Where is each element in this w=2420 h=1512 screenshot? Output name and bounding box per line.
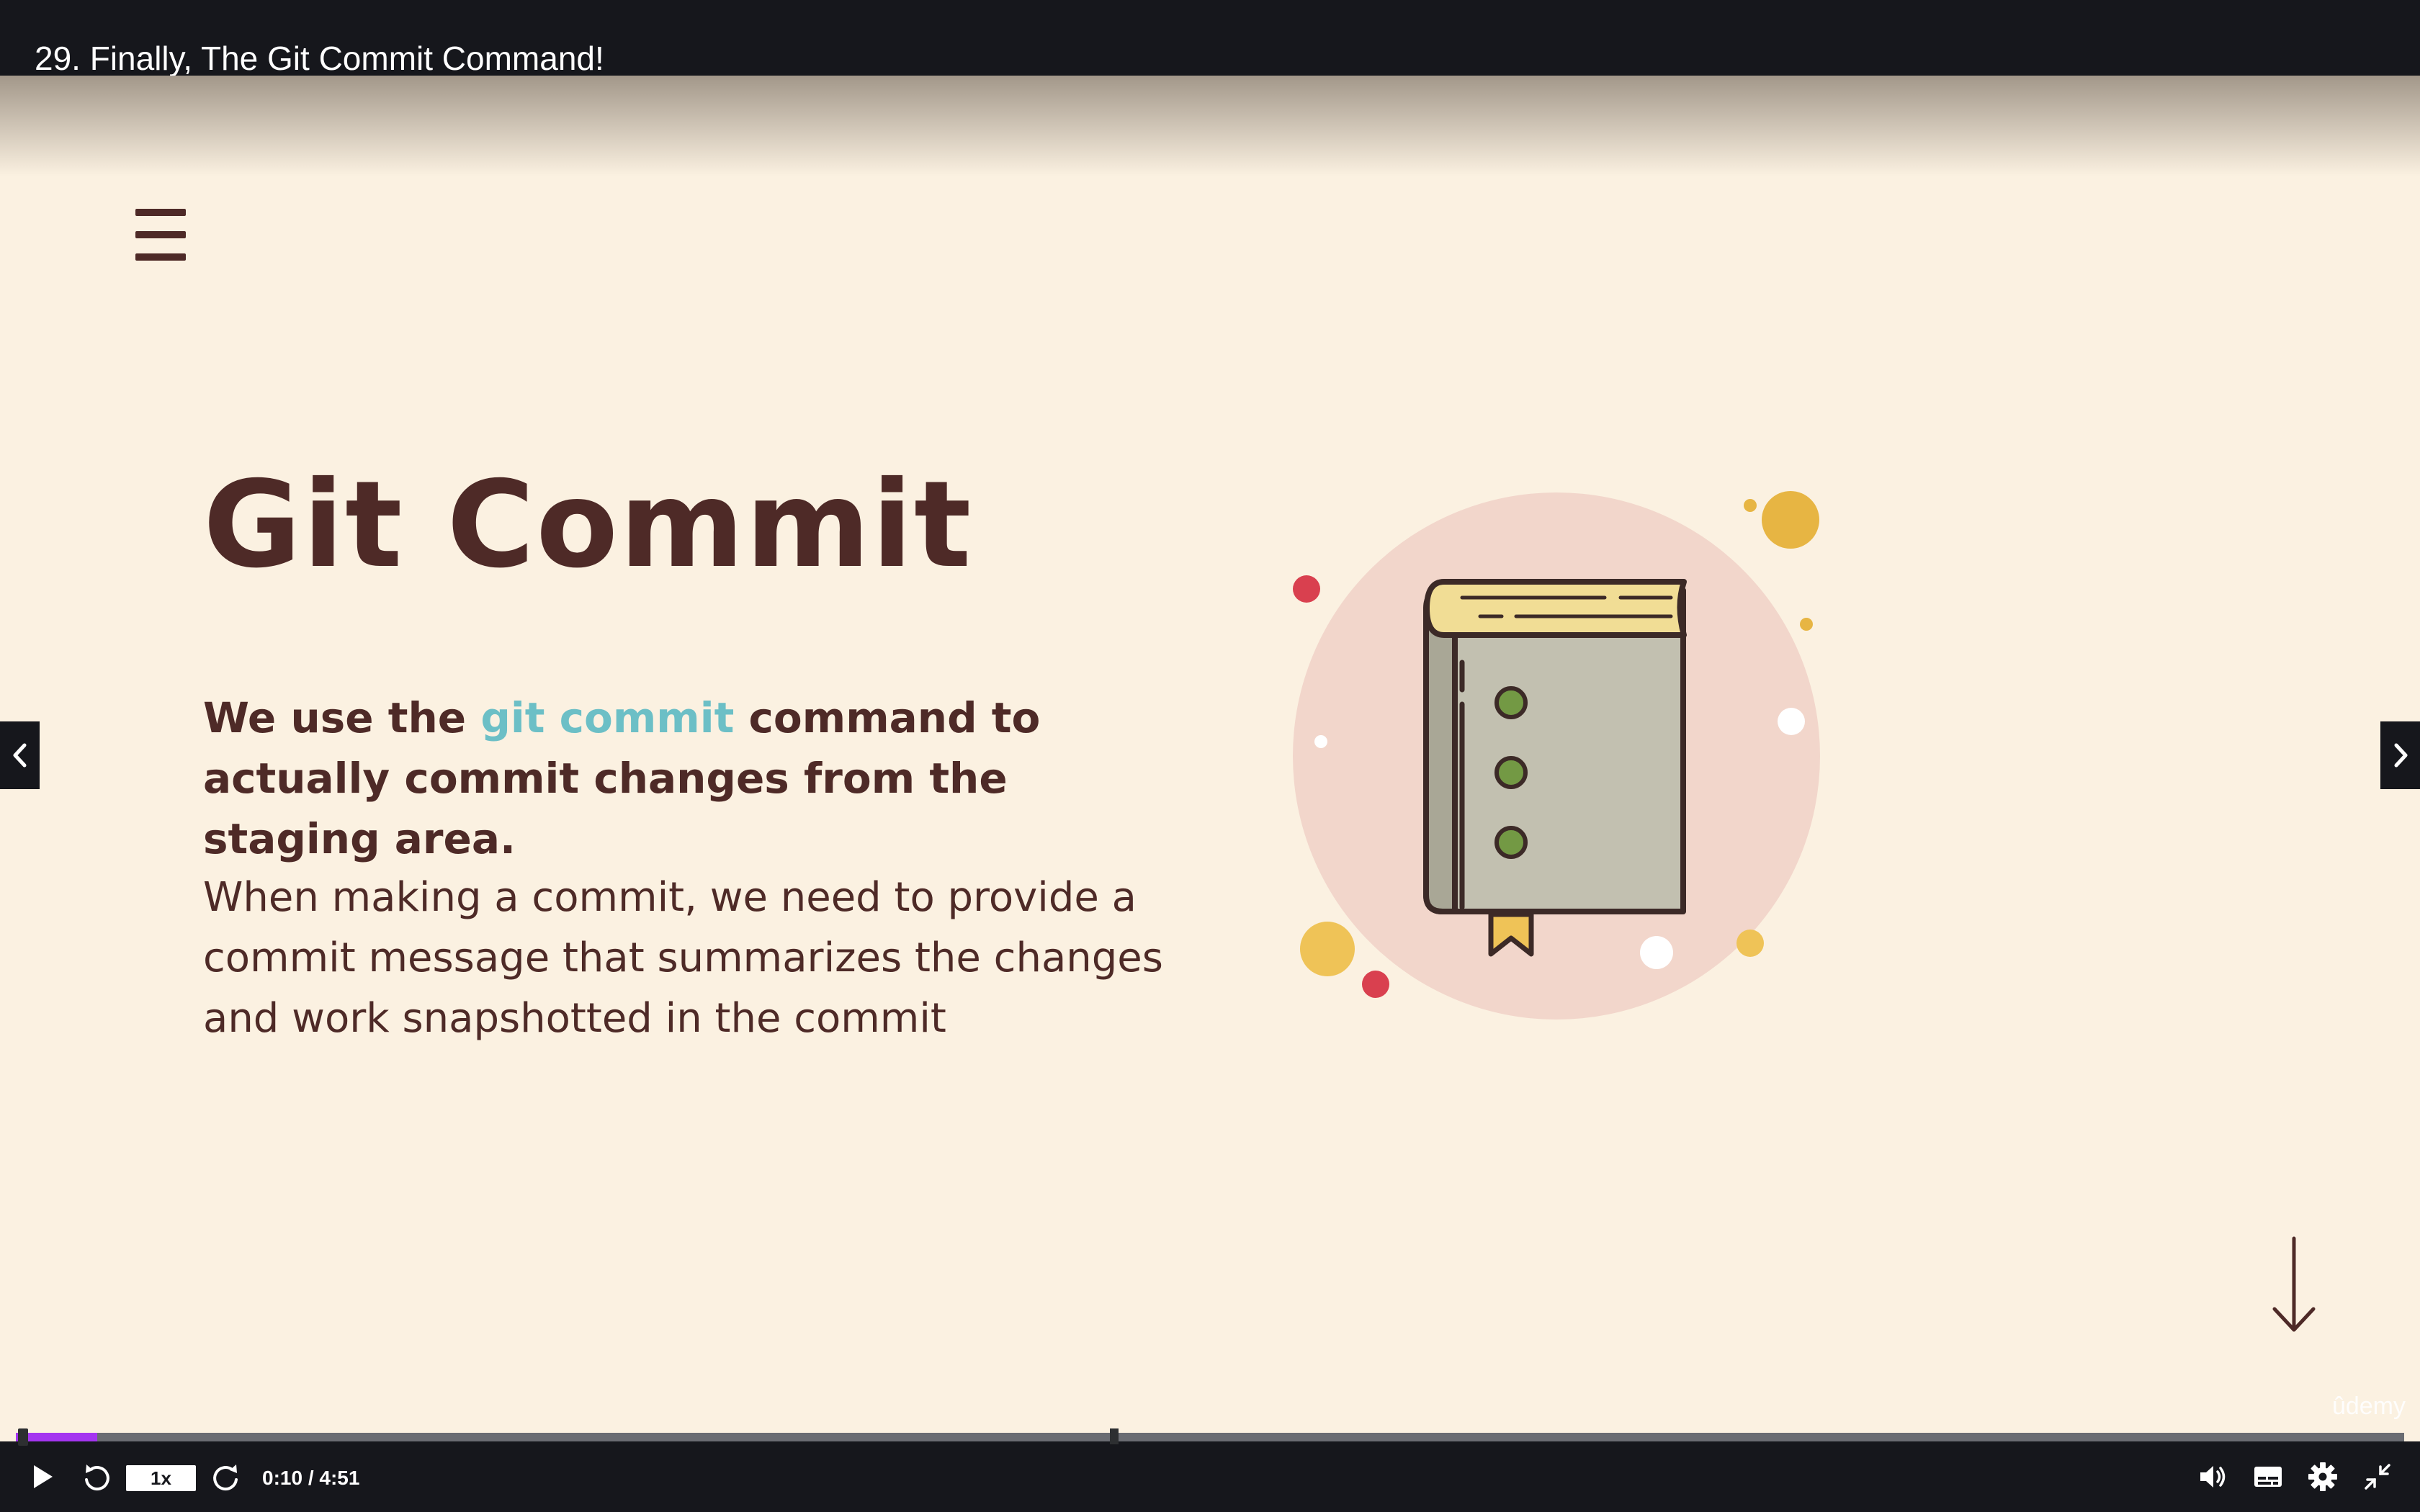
- volume-button[interactable]: [2192, 1441, 2234, 1512]
- title-bar-shadow: [0, 76, 2420, 176]
- fullscreen-button[interactable]: [2357, 1441, 2398, 1512]
- lead-text-highlight: git commit: [480, 693, 735, 742]
- decor-dot: [1293, 575, 1320, 603]
- book-dot: [1494, 686, 1528, 719]
- captions-icon: [2254, 1467, 2282, 1487]
- book-icon: [1293, 491, 1820, 1020]
- bookmark-marker[interactable]: [1110, 1428, 1119, 1444]
- lead-text-before: We use the: [203, 693, 481, 742]
- progress-bar[interactable]: [16, 1428, 2404, 1446]
- book-cover: [1423, 588, 1686, 914]
- previous-lecture-button[interactable]: [0, 721, 40, 789]
- volume-icon: [2200, 1466, 2226, 1488]
- book-pages: [1424, 579, 1687, 638]
- forward-button[interactable]: [204, 1441, 248, 1512]
- gear-icon: [2308, 1462, 2337, 1491]
- decor-dot: [1778, 708, 1805, 735]
- arrow-down-icon: [2272, 1236, 2316, 1332]
- rewind-button[interactable]: [74, 1441, 119, 1512]
- exit-fullscreen-icon: [2365, 1464, 2390, 1490]
- chevron-left-icon: [13, 743, 26, 768]
- decor-dot: [1640, 936, 1673, 969]
- play-button[interactable]: [20, 1441, 65, 1512]
- player-control-bar: [0, 1441, 2420, 1512]
- lecture-title: 29. Finally, The Git Commit Command!: [35, 40, 604, 77]
- lecture-title-bar: 29. Finally, The Git Commit Command!: [0, 0, 2420, 77]
- play-icon: [34, 1465, 53, 1488]
- decor-dot: [1762, 491, 1819, 549]
- rewind-5s-icon: [85, 1464, 109, 1491]
- captions-button[interactable]: [2247, 1441, 2289, 1512]
- decor-dot: [1744, 499, 1757, 512]
- book-spine: [1423, 606, 1458, 914]
- decor-dot: [1800, 618, 1813, 631]
- udemy-watermark: ûdemy: [2331, 1392, 2406, 1420]
- book-dot: [1494, 756, 1528, 789]
- decor-dot: [1314, 735, 1327, 748]
- slide-body-text: When making a commit, we need to provide…: [203, 874, 1163, 1042]
- next-lecture-button[interactable]: [2380, 721, 2420, 789]
- decor-dot: [1736, 930, 1764, 957]
- time-display: 0:10 / 4:51: [262, 1467, 360, 1489]
- decor-dot: [1300, 922, 1355, 976]
- chevron-right-icon: [2394, 743, 2407, 768]
- book-dot: [1494, 826, 1528, 859]
- playback-speed-button[interactable]: 1x: [126, 1465, 196, 1491]
- decor-dot: [1362, 971, 1389, 998]
- slide-lead-text: We use the git commit command to actuall…: [203, 688, 1197, 869]
- hamburger-menu-icon: [135, 209, 186, 261]
- slide-heading: Git Commit: [203, 456, 973, 595]
- settings-button[interactable]: [2302, 1441, 2344, 1512]
- forward-5s-icon: [213, 1464, 238, 1491]
